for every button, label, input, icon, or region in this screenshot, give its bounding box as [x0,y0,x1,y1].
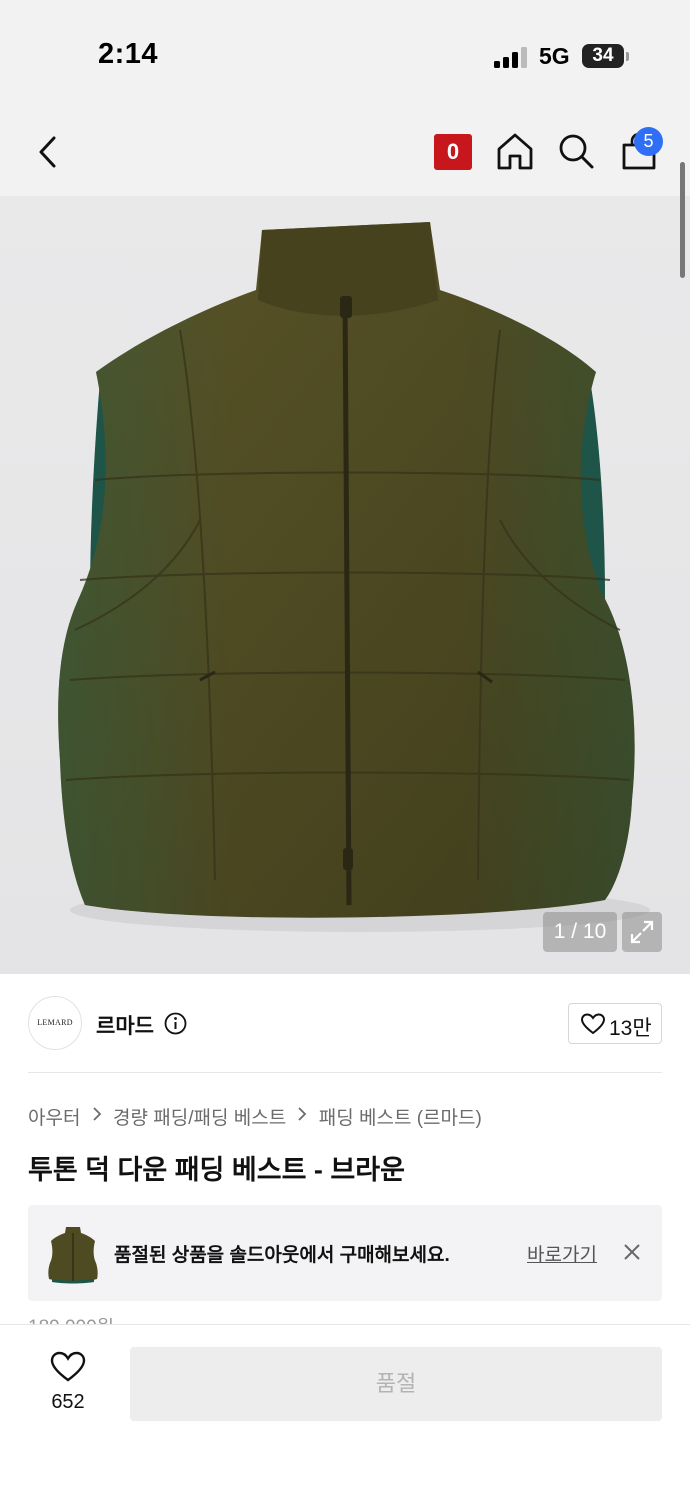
breadcrumb: 아우터 경량 패딩/패딩 베스트 패딩 베스트 (르마드) [28,1103,482,1129]
bottom-action-bar: 652 품절 [0,1324,690,1500]
brand-name[interactable]: 르마드 [96,1010,154,1040]
breadcrumb-item[interactable]: 경량 패딩/패딩 베스트 [113,1103,286,1130]
home-icon [497,133,533,170]
brand-logo[interactable]: LEMARD [28,996,82,1050]
chevron-left-icon [39,136,56,168]
top-nav: 0 [0,100,690,196]
expand-image-button[interactable] [622,912,662,952]
scrollbar[interactable] [680,162,685,278]
zero-badge-button[interactable]: 0 [434,134,472,170]
soldout-button[interactable]: 품절 [130,1347,662,1421]
expand-icon [630,920,654,944]
chevron-right-icon [297,1106,307,1127]
close-icon[interactable] [622,1242,642,1262]
signal-icon [494,46,528,68]
soldout-banner: 품절된 상품을 솔드아웃에서 구매해보세요. 바로가기 [28,1205,662,1301]
brand-logo-text: LEMARD [37,1018,73,1027]
back-button[interactable] [28,130,68,174]
battery-level: 34 [592,45,614,66]
heart-icon [581,1013,605,1035]
network-label: 5G [539,43,570,69]
divider [28,1072,662,1073]
chevron-right-icon [92,1106,102,1127]
image-counter: 1 / 10 [543,912,617,952]
breadcrumb-item[interactable]: 패딩 베스트 (르마드) [319,1103,482,1130]
wishlist-count: 652 [51,1391,85,1413]
status-bar: 2:14 5G 34 [0,0,690,100]
product-image[interactable] [0,196,690,974]
cart-count-badge: 5 [634,127,663,156]
product-thumbnail [48,1227,98,1284]
brand-like-count: 13만 [609,1017,652,1040]
wishlist-button[interactable]: 652 [30,1351,106,1431]
breadcrumb-item[interactable]: 아우터 [28,1103,80,1130]
search-icon [559,134,594,169]
go-soldout-link[interactable]: 바로가기 [527,1240,597,1267]
heart-icon [50,1351,86,1382]
battery-icon: 34 [582,44,624,68]
soldout-message: 품절된 상품을 솔드아웃에서 구매해보세요. [114,1245,450,1266]
brand-like-button[interactable]: 13만 [568,1003,662,1044]
product-title: 투톤 덕 다운 패딩 베스트 - 브라운 [28,1155,405,1185]
info-icon[interactable] [164,1012,187,1035]
status-time: 2:14 [98,38,159,70]
search-button[interactable] [556,130,596,172]
down-vest-image [58,222,650,932]
home-button[interactable] [494,130,536,172]
